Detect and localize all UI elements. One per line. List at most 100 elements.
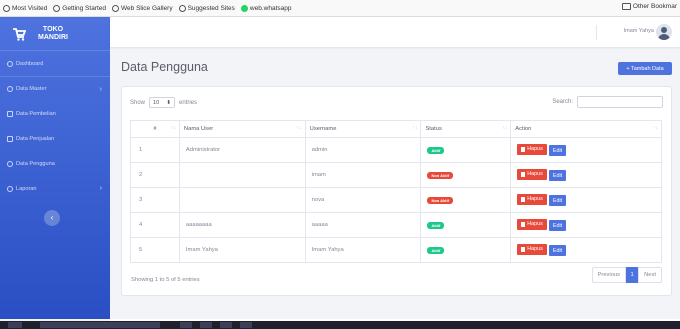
cart-icon	[13, 27, 26, 41]
table-info: Showing 1 to 5 of 5 entries	[131, 277, 200, 283]
cell-username: aaaaa	[304, 212, 422, 238]
start-button[interactable]	[8, 322, 22, 328]
column-header-action[interactable]: Action ↑↓	[510, 120, 662, 138]
cell-nama-user	[178, 162, 306, 188]
delete-button[interactable]: Hapus	[517, 168, 547, 180]
cell-number: 2	[130, 162, 180, 188]
show-entries: Show 10 ⬍ entries	[130, 97, 197, 108]
table-row: 1 Administrator admin Aktif Hapus Edit	[130, 137, 662, 163]
delete-button[interactable]: Hapus	[517, 243, 547, 255]
edit-button[interactable]: Edit	[548, 170, 567, 182]
add-data-button[interactable]: + Tambah Data	[618, 62, 672, 75]
delete-button[interactable]: Hapus	[517, 218, 547, 230]
avatar[interactable]	[656, 24, 672, 40]
cell-username: admin	[304, 137, 422, 163]
cell-nama-user	[178, 187, 306, 213]
brand-line-2: MANDIRI	[38, 33, 68, 41]
taskbar-app[interactable]	[180, 322, 192, 328]
sidebar-item-data-pengguna[interactable]: Data Pengguna	[0, 151, 110, 176]
sidebar-item-data-pembelian[interactable]: Data Pembelian	[0, 101, 110, 126]
taskbar-app[interactable]	[220, 322, 232, 328]
chevron-down-icon: ⬍	[166, 99, 172, 106]
chevron-right-icon: ›	[99, 185, 102, 192]
folder-icon	[621, 3, 631, 10]
dashboard-icon	[7, 60, 13, 67]
bookmark-whatsapp[interactable]: web.whatsapp	[240, 4, 291, 12]
taskbar-search[interactable]	[40, 322, 160, 328]
cell-number: 3	[130, 187, 180, 213]
page-1-button[interactable]: 1	[626, 267, 639, 283]
table-row: 3 nova Non Aktif Hapus Edit	[130, 187, 662, 213]
column-header-number[interactable]: # ↑↓	[130, 120, 180, 138]
cart-icon	[7, 135, 13, 142]
sidebar-item-data-master[interactable]: Data Master ›	[0, 76, 110, 101]
edit-button[interactable]: Edit	[548, 245, 567, 257]
status-badge: Non Aktif	[427, 171, 454, 179]
entries-select[interactable]: 10 ⬍	[149, 97, 176, 108]
report-icon	[7, 185, 13, 192]
column-header-nama-user[interactable]: Nama User ↑↓	[178, 120, 306, 138]
previous-button[interactable]: Previous	[591, 267, 627, 283]
bookmark-getting-started[interactable]: Getting Started	[53, 4, 106, 12]
status-badge: Non Aktif	[427, 196, 454, 204]
data-card: Show 10 ⬍ entries Search: # ↑↓ Nama User ↑↓…	[121, 86, 672, 296]
next-button[interactable]: Next	[638, 267, 662, 283]
column-header-status[interactable]: Status ↑↓	[420, 120, 512, 138]
bookmark-suggested-sites[interactable]: Suggested Sites	[178, 4, 235, 12]
trash-icon	[521, 221, 526, 227]
cell-nama-user: aaaaaaaa	[178, 212, 306, 238]
cart-icon	[7, 110, 13, 117]
sort-icon: ↑↓	[502, 125, 508, 131]
delete-button[interactable]: Hapus	[517, 193, 547, 205]
pagination: Previous 1 Next	[591, 267, 662, 283]
bookmarks-bar: Most Visited Getting Started Web Slice G…	[0, 0, 680, 17]
cell-username: Imam Yahya	[304, 237, 422, 263]
table-row: 2 imam Non Aktif Hapus Edit	[130, 162, 662, 188]
cell-nama-user: Administrator	[178, 137, 306, 163]
topbar: Imam Yahya	[110, 17, 680, 47]
taskbar	[0, 321, 680, 329]
user-icon	[7, 160, 13, 167]
bookmark-web-slice-gallery[interactable]: Web Slice Gallery	[112, 4, 173, 12]
whatsapp-icon	[240, 4, 248, 12]
sidebar-toggle-button[interactable]: ‹	[44, 210, 60, 226]
cell-number: 4	[130, 212, 180, 238]
column-header-username[interactable]: Username ↑↓	[304, 120, 422, 138]
search-box: Search:	[552, 96, 663, 108]
trash-icon	[521, 171, 526, 177]
sidebar-item-laporan[interactable]: Laporan ›	[0, 176, 110, 201]
sidebar-brand[interactable]: TOKO MANDIRI	[0, 17, 110, 51]
sidebar-item-data-penjualan[interactable]: Data Penjualan	[0, 126, 110, 151]
taskbar-app[interactable]	[200, 322, 212, 328]
sort-icon: ↑↓	[412, 125, 418, 131]
globe-icon	[178, 4, 186, 12]
search-input[interactable]	[577, 96, 663, 108]
globe-icon	[53, 4, 61, 12]
gear-icon	[3, 4, 10, 12]
table-row: 5 Imam Yahya Imam Yahya Aktif Hapus Edit	[130, 237, 662, 263]
page-title: Data Pengguna	[121, 60, 208, 74]
taskbar-app[interactable]	[240, 322, 252, 328]
delete-button[interactable]: Hapus	[517, 143, 547, 155]
gear-icon	[7, 86, 13, 92]
trash-icon	[521, 196, 526, 202]
cell-number: 1	[130, 137, 180, 163]
edit-button[interactable]: Edit	[548, 220, 567, 232]
bookmark-most-visited[interactable]: Most Visited	[3, 4, 47, 12]
chevron-right-icon: ›	[99, 85, 102, 93]
sort-icon: ↑↓	[170, 125, 176, 131]
other-bookmarks[interactable]: Other Bookmar	[621, 3, 677, 10]
cell-username: imam	[304, 162, 422, 188]
user-name[interactable]: Imam Yahya	[624, 28, 654, 34]
sort-icon: ↑↓	[296, 125, 302, 131]
sidebar-item-dashboard[interactable]: Dashboard	[0, 51, 110, 76]
sidebar: TOKO MANDIRI Dashboard Data Master › Data…	[0, 17, 110, 319]
cell-username: nova	[304, 187, 422, 213]
edit-button[interactable]: Edit	[548, 145, 567, 157]
cell-number: 5	[130, 237, 180, 263]
cell-nama-user: Imam Yahya	[178, 237, 306, 263]
edit-button[interactable]: Edit	[548, 195, 567, 207]
trash-icon	[521, 246, 526, 252]
topbar-divider	[596, 25, 597, 40]
status-badge: Aktif	[427, 146, 445, 154]
